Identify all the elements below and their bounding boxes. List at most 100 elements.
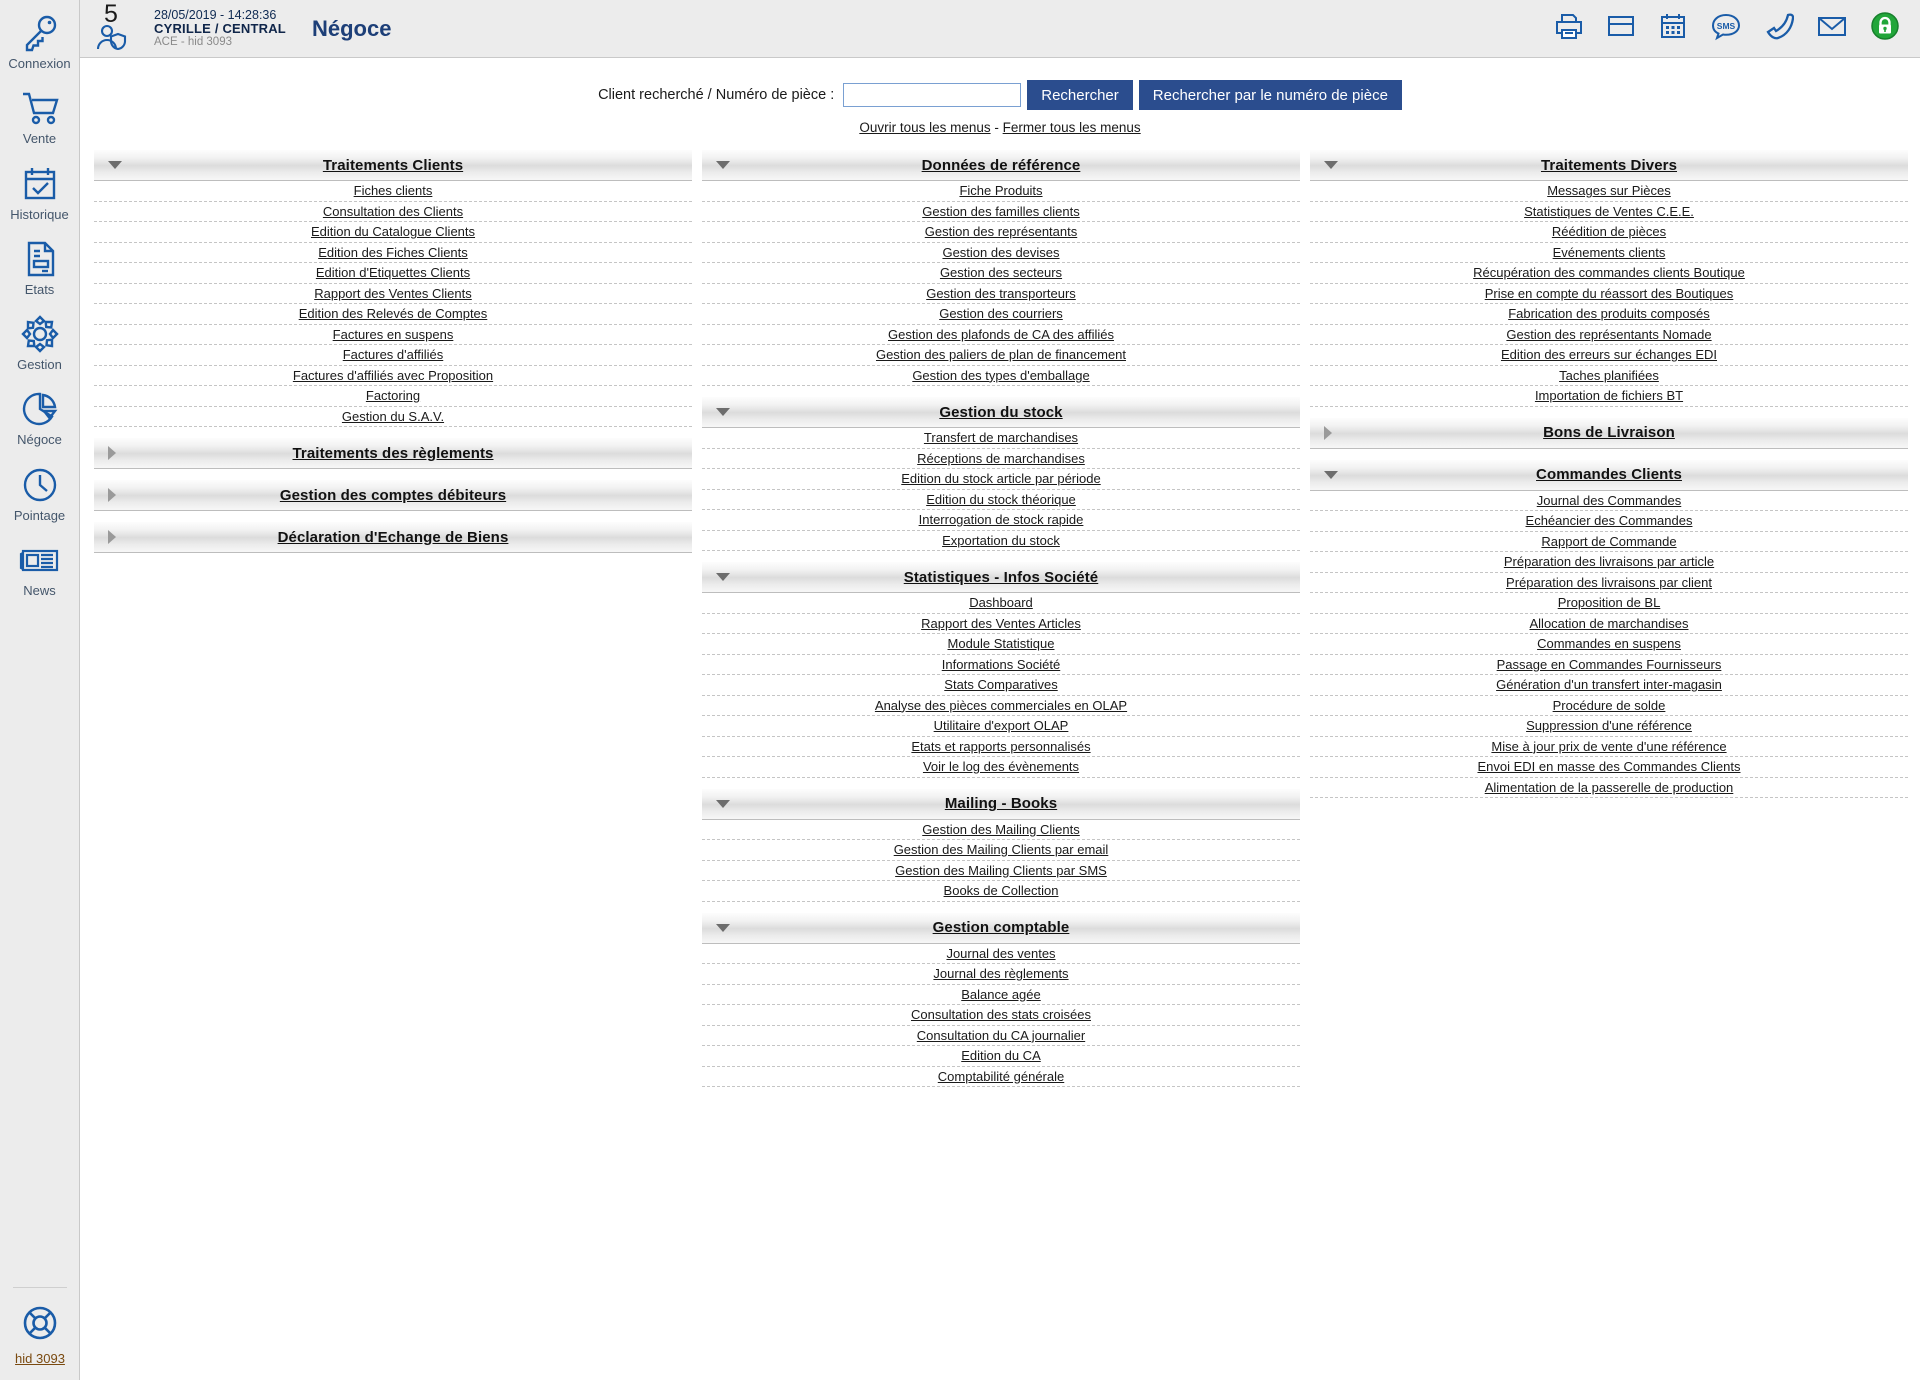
chevron-right-icon[interactable] xyxy=(1324,425,1332,440)
menu-item-link[interactable]: Gestion des représentants Nomade xyxy=(1506,328,1711,341)
menu-panel-header[interactable]: Bons de Livraison xyxy=(1310,416,1908,449)
menu-panel-header[interactable]: Statistiques - Infos Société xyxy=(702,561,1300,593)
menu-item-link[interactable]: Rapport de Commande xyxy=(1541,535,1676,548)
menu-item-link[interactable]: Messages sur Pièces xyxy=(1547,184,1671,197)
sidebar-item-vente[interactable]: Vente xyxy=(0,75,80,150)
menu-item-link[interactable]: Fiche Produits xyxy=(959,184,1042,197)
chevron-down-icon[interactable] xyxy=(1324,470,1338,479)
search-input[interactable] xyxy=(843,83,1022,107)
menu-item-link[interactable]: Allocation de marchandises xyxy=(1530,617,1689,630)
menu-panel-header[interactable]: Mailing - Books xyxy=(702,787,1300,820)
menu-panel-header[interactable]: Gestion comptable xyxy=(702,911,1300,944)
lock-icon[interactable] xyxy=(1870,11,1900,46)
search-by-number-button[interactable]: Rechercher par le numéro de pièce xyxy=(1138,80,1402,110)
menu-panel-header[interactable]: Données de référence xyxy=(702,149,1300,181)
session-badge[interactable]: 5 xyxy=(80,0,142,58)
window-icon[interactable] xyxy=(1606,11,1636,46)
menu-item-link[interactable]: Passage en Commandes Fournisseurs xyxy=(1497,658,1722,671)
sidebar-item-etats[interactable]: Etats xyxy=(0,226,80,301)
sidebar-item-pointage[interactable]: Pointage xyxy=(0,452,80,527)
menu-item-link[interactable]: Edition d'Etiquettes Clients xyxy=(316,266,470,279)
envelope-icon[interactable] xyxy=(1816,11,1848,46)
menu-item-link[interactable]: Récupération des commandes clients Bouti… xyxy=(1473,266,1745,279)
chevron-right-icon[interactable] xyxy=(108,530,116,544)
chevron-down-icon[interactable] xyxy=(716,161,730,169)
menu-item-link[interactable]: Balance agée xyxy=(961,988,1041,1001)
menu-panel-header[interactable]: Gestion des comptes débiteurs xyxy=(94,479,692,511)
menu-item-link[interactable]: Interrogation de stock rapide xyxy=(919,513,1084,526)
menu-item-link[interactable]: Gestion des types d'emballage xyxy=(912,369,1089,382)
menu-panel-header[interactable]: Gestion du stock xyxy=(702,396,1300,428)
menu-item-link[interactable]: Edition du CA xyxy=(961,1049,1041,1062)
menu-item-link[interactable]: Fiches clients xyxy=(354,184,433,197)
sms-icon[interactable]: SMS xyxy=(1710,11,1742,46)
calendar-icon[interactable] xyxy=(1658,11,1688,46)
menu-item-link[interactable]: Gestion des paliers de plan de financeme… xyxy=(876,348,1126,361)
chevron-down-icon[interactable] xyxy=(716,573,730,581)
menu-item-link[interactable]: Module Statistique xyxy=(948,637,1055,650)
menu-panel-header[interactable]: Traitements Clients xyxy=(94,149,692,181)
search-button[interactable]: Rechercher xyxy=(1027,80,1133,110)
menu-item-link[interactable]: Consultation des Clients xyxy=(323,205,463,218)
menu-item-link[interactable]: Fabrication des produits composés xyxy=(1508,307,1710,320)
menu-item-link[interactable]: Statistiques de Ventes C.E.E. xyxy=(1524,205,1694,218)
menu-item-link[interactable]: Gestion des courriers xyxy=(939,307,1063,320)
menu-item-link[interactable]: Informations Société xyxy=(942,658,1061,671)
menu-item-link[interactable]: Proposition de BL xyxy=(1558,596,1661,609)
menu-item-link[interactable]: Factures d'affiliés avec Proposition xyxy=(293,369,493,382)
menu-item-link[interactable]: Edition du stock article par période xyxy=(901,472,1100,485)
menu-item-link[interactable]: Prise en compte du réassort des Boutique… xyxy=(1485,287,1734,300)
menu-item-link[interactable]: Analyse des pièces commerciales en OLAP xyxy=(875,699,1127,712)
menu-item-link[interactable]: Comptabilité générale xyxy=(938,1070,1064,1083)
menu-item-link[interactable]: Utilitaire d'export OLAP xyxy=(934,719,1069,732)
menu-item-link[interactable]: Etats et rapports personnalisés xyxy=(911,740,1090,753)
menu-item-link[interactable]: Réédition de pièces xyxy=(1552,225,1666,238)
menu-item-link[interactable]: Taches planifiées xyxy=(1559,369,1659,382)
menu-item-link[interactable]: Gestion des familles clients xyxy=(922,205,1080,218)
menu-item-link[interactable]: Gestion des plafonds de CA des affiliés xyxy=(888,328,1114,341)
sidebar-item-news[interactable]: News xyxy=(0,527,80,602)
chevron-down-icon[interactable] xyxy=(716,799,730,808)
sidebar-item-connexion[interactable]: Connexion xyxy=(0,0,80,75)
menu-item-link[interactable]: Gestion des Mailing Clients xyxy=(922,823,1080,836)
menu-item-link[interactable]: Journal des règlements xyxy=(933,967,1068,980)
menu-item-link[interactable]: Réceptions de marchandises xyxy=(917,452,1085,465)
menu-item-link[interactable]: Préparation des livraisons par article xyxy=(1504,555,1714,568)
menu-item-link[interactable]: Consultation du CA journalier xyxy=(917,1029,1085,1042)
menu-item-link[interactable]: Suppression d'une référence xyxy=(1526,719,1692,732)
open-all-menus-link[interactable]: Ouvrir tous les menus xyxy=(859,120,990,135)
menu-item-link[interactable]: Stats Comparatives xyxy=(944,678,1057,691)
menu-item-link[interactable]: Gestion des Mailing Clients par email xyxy=(894,843,1109,856)
menu-item-link[interactable]: Factures d'affiliés xyxy=(343,348,444,361)
menu-item-link[interactable]: Importation de fichiers BT xyxy=(1535,389,1683,402)
menu-item-link[interactable]: Evénements clients xyxy=(1553,246,1666,259)
sidebar-item-negoce[interactable]: Négoce xyxy=(0,376,80,451)
life-ring-icon[interactable] xyxy=(19,1302,61,1349)
menu-item-link[interactable]: Edition du Catalogue Clients xyxy=(311,225,475,238)
menu-item-link[interactable]: Factoring xyxy=(366,389,420,402)
menu-item-link[interactable]: Edition des erreurs sur échanges EDI xyxy=(1501,348,1717,361)
chevron-right-icon[interactable] xyxy=(108,446,116,460)
menu-panel-header[interactable]: Commandes Clients xyxy=(1310,458,1908,491)
menu-item-link[interactable]: Gestion des secteurs xyxy=(940,266,1062,279)
menu-panel-header[interactable]: Déclaration d'Echange de Biens xyxy=(94,521,692,553)
menu-item-link[interactable]: Commandes en suspens xyxy=(1537,637,1681,650)
sidebar-support-label[interactable]: hid 3093 xyxy=(15,1351,65,1366)
menu-panel-header[interactable]: Traitements Divers xyxy=(1310,149,1908,181)
sidebar-item-gestion[interactable]: Gestion xyxy=(0,301,80,376)
menu-item-link[interactable]: Transfert de marchandises xyxy=(924,431,1078,444)
menu-item-link[interactable]: Mise à jour prix de vente d'une référenc… xyxy=(1491,740,1726,753)
menu-item-link[interactable]: Préparation des livraisons par client xyxy=(1506,576,1712,589)
menu-item-link[interactable]: Gestion du S.A.V. xyxy=(342,410,444,423)
menu-item-link[interactable]: Rapport des Ventes Articles xyxy=(921,617,1081,630)
menu-item-link[interactable]: Gestion des Mailing Clients par SMS xyxy=(895,864,1107,877)
menu-item-link[interactable]: Gestion des représentants xyxy=(925,225,1077,238)
menu-item-link[interactable]: Edition des Relevés de Comptes xyxy=(299,307,488,320)
menu-item-link[interactable]: Voir le log des évènements xyxy=(923,760,1079,773)
menu-item-link[interactable]: Procédure de solde xyxy=(1553,699,1666,712)
menu-item-link[interactable]: Génération d'un transfert inter-magasin xyxy=(1496,678,1722,691)
menu-item-link[interactable]: Rapport des Ventes Clients xyxy=(314,287,472,300)
menu-item-link[interactable]: Alimentation de la passerelle de product… xyxy=(1485,781,1734,794)
menu-panel-header[interactable]: Traitements des règlements xyxy=(94,437,692,469)
menu-item-link[interactable]: Exportation du stock xyxy=(942,534,1060,547)
